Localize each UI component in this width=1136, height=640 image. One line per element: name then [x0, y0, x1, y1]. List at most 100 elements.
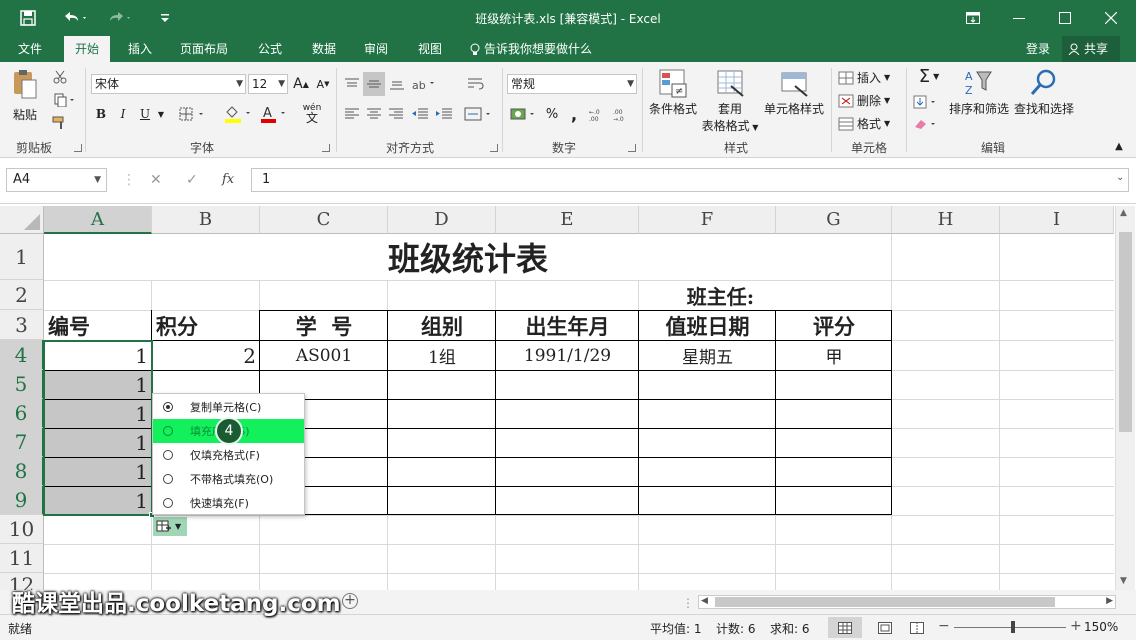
- minimize-icon[interactable]: [996, 0, 1042, 36]
- merge-center-button[interactable]: [462, 104, 498, 124]
- menu-item-flash-fill[interactable]: 快速填充(F): [153, 491, 304, 515]
- header-cell-rating[interactable]: 评分: [776, 311, 892, 340]
- zoom-level[interactable]: 150%: [1084, 620, 1118, 634]
- hscroll-thumb[interactable]: [715, 597, 1055, 607]
- column-header-h[interactable]: H: [892, 206, 1000, 234]
- row-header-9[interactable]: 9: [0, 486, 44, 515]
- font-size-select[interactable]: 12 ▼: [248, 74, 288, 94]
- tell-me-box[interactable]: 告诉我你想要做什么: [466, 36, 596, 62]
- menu-item-fill-series[interactable]: 填充序列(S) 4: [153, 417, 304, 445]
- menu-item-copy-cells[interactable]: 复制单元格(C): [153, 395, 304, 419]
- row-header-3[interactable]: 3: [0, 310, 44, 340]
- cell-g4[interactable]: 甲: [776, 341, 892, 370]
- tab-review[interactable]: 审阅: [360, 36, 392, 62]
- scroll-down-icon[interactable]: ▼: [1120, 576, 1127, 586]
- find-select-button[interactable]: 查找和选择: [1012, 68, 1076, 117]
- page-break-view-icon[interactable]: [906, 617, 928, 638]
- number-format-select[interactable]: 常规 ▼: [507, 74, 637, 94]
- font-name-select[interactable]: 宋体 ▼: [91, 74, 246, 94]
- cut-icon[interactable]: [50, 68, 70, 86]
- bold-button[interactable]: B: [94, 105, 108, 123]
- italic-button[interactable]: I: [116, 105, 130, 123]
- row-header-11[interactable]: 11: [0, 544, 44, 573]
- cell-d4[interactable]: 1组: [388, 341, 496, 370]
- cancel-icon[interactable]: ✕: [150, 168, 162, 192]
- borders-button[interactable]: [176, 105, 212, 123]
- formula-bar-splitter-icon[interactable]: ⋮: [122, 168, 136, 192]
- sheet-title[interactable]: 班级统计表: [260, 234, 676, 280]
- column-header-g[interactable]: G: [776, 206, 892, 234]
- select-all-button[interactable]: [0, 206, 44, 234]
- horizontal-scrollbar[interactable]: ◀ ▶: [698, 595, 1116, 609]
- add-sheet-icon[interactable]: +: [342, 593, 358, 609]
- hscroll-splitter-icon[interactable]: ⋮: [682, 596, 694, 610]
- format-cells-button[interactable]: 格式 ▼: [838, 115, 890, 132]
- teacher-label[interactable]: 班主任:: [639, 280, 776, 310]
- phonetic-button[interactable]: wén 文: [298, 100, 326, 126]
- autofill-options-button[interactable]: ▼: [153, 517, 187, 536]
- fill-color-button[interactable]: [222, 103, 258, 125]
- cell-a8[interactable]: 1: [44, 458, 148, 486]
- fill-button[interactable]: [912, 92, 942, 112]
- align-right-icon[interactable]: [386, 104, 406, 124]
- zoom-out-icon[interactable]: −: [938, 618, 950, 634]
- align-left-icon[interactable]: [342, 104, 362, 124]
- cell-a6[interactable]: 1: [44, 400, 148, 428]
- menu-item-fill-formatting[interactable]: 仅填充格式(F): [153, 443, 304, 467]
- normal-view-icon[interactable]: [828, 617, 862, 638]
- accounting-format-icon[interactable]: [508, 104, 542, 124]
- font-color-button[interactable]: A: [258, 103, 292, 125]
- tab-view[interactable]: 视图: [414, 36, 446, 62]
- header-cell-student-id[interactable]: 学 号: [260, 311, 388, 340]
- tab-file[interactable]: 文件: [14, 36, 46, 62]
- cell-a4[interactable]: 1: [44, 341, 148, 370]
- header-cell-number[interactable]: 编号: [48, 311, 148, 340]
- underline-button[interactable]: U: [138, 105, 152, 123]
- row-header-5[interactable]: 5: [0, 370, 44, 399]
- zoom-slider[interactable]: [954, 627, 1066, 628]
- row-header-8[interactable]: 8: [0, 457, 44, 486]
- cell-c4[interactable]: AS001: [260, 341, 388, 370]
- formula-input[interactable]: 1: [251, 168, 1129, 192]
- header-cell-duty-day[interactable]: 值班日期: [639, 311, 776, 340]
- ribbon-display-icon[interactable]: [950, 0, 996, 36]
- shrink-font-button[interactable]: A ▼: [314, 74, 332, 94]
- increase-decimal-icon[interactable]: ←.0.00: [588, 104, 608, 124]
- column-header-c[interactable]: C: [260, 206, 388, 234]
- cell-a5[interactable]: 1: [44, 371, 148, 399]
- chevron-down-icon[interactable]: ▼: [156, 105, 166, 123]
- cell-b4[interactable]: 2: [152, 341, 256, 370]
- row-header-1[interactable]: 1: [0, 234, 44, 280]
- tab-insert[interactable]: 插入: [124, 36, 156, 62]
- cell-a7[interactable]: 1: [44, 429, 148, 457]
- paste-button[interactable]: 粘贴: [6, 68, 44, 122]
- font-launcher-icon[interactable]: [322, 144, 330, 152]
- close-icon[interactable]: [1088, 0, 1134, 36]
- cell-f4[interactable]: 星期五: [639, 341, 776, 370]
- align-bottom-icon[interactable]: [387, 72, 407, 96]
- vertical-scrollbar[interactable]: ▲ ▼: [1115, 206, 1135, 590]
- tab-formulas[interactable]: 公式: [254, 36, 286, 62]
- scroll-up-icon[interactable]: ▲: [1120, 208, 1127, 218]
- expand-formula-bar-icon[interactable]: ⌄: [1116, 172, 1124, 183]
- header-cell-birth[interactable]: 出生年月: [496, 311, 639, 340]
- align-center-icon[interactable]: [364, 104, 384, 124]
- align-top-icon[interactable]: [342, 72, 362, 96]
- maximize-icon[interactable]: [1042, 0, 1088, 36]
- row-header-4[interactable]: 4: [0, 340, 44, 370]
- scroll-left-icon[interactable]: ◀: [701, 596, 708, 606]
- column-header-b[interactable]: B: [152, 206, 260, 234]
- sort-filter-button[interactable]: AZ 排序和筛选: [946, 68, 1012, 117]
- wrap-text-icon[interactable]: [462, 72, 490, 96]
- percent-style-button[interactable]: %: [544, 104, 560, 124]
- collapse-ribbon-icon[interactable]: ▲: [1112, 140, 1126, 152]
- cell-styles-button[interactable]: 单元格样式: [762, 68, 826, 117]
- conditional-formatting-button[interactable]: ≠ 条件格式: [646, 68, 700, 117]
- column-header-i[interactable]: I: [1000, 206, 1114, 234]
- format-as-table-button[interactable]: 套用 表格格式 ▼: [700, 68, 760, 134]
- column-header-a[interactable]: A: [44, 206, 152, 234]
- row-header-10[interactable]: 10: [0, 515, 44, 544]
- column-header-e[interactable]: E: [496, 206, 639, 234]
- share-button[interactable]: 共享: [1062, 36, 1120, 62]
- header-cell-score[interactable]: 积分: [156, 311, 256, 340]
